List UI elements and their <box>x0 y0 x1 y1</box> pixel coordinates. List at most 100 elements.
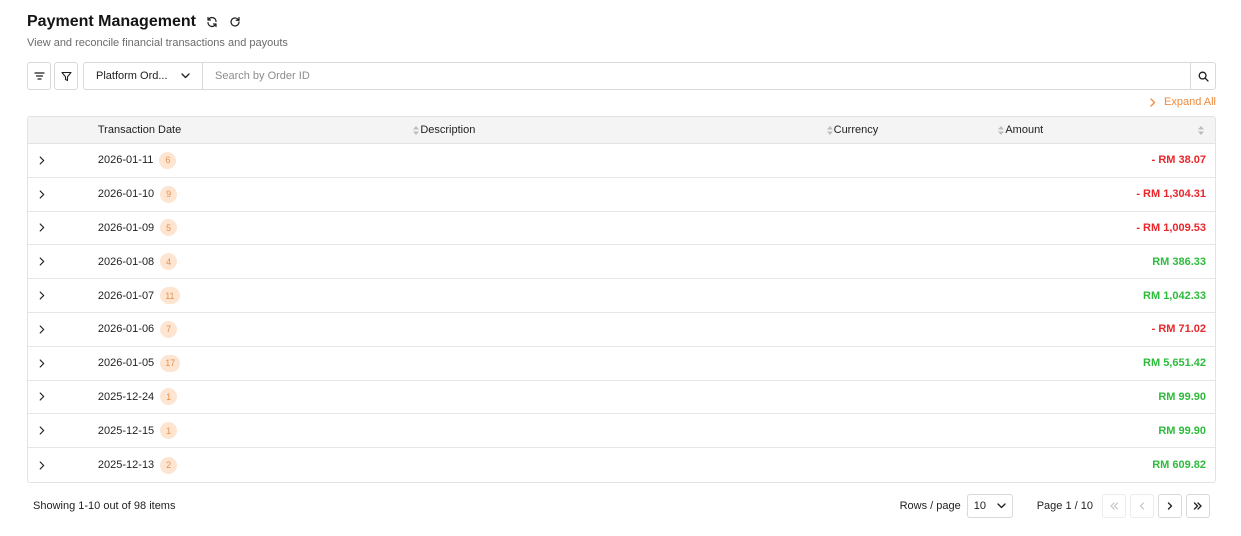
table-row[interactable]: 2026-01-06 7 - RM 71.02 <box>28 313 1215 347</box>
chevron-right-icon <box>39 426 45 435</box>
amount-cell: - RM 71.02 <box>1151 323 1207 336</box>
row-expand-toggle[interactable] <box>28 448 98 482</box>
row-expand-toggle[interactable] <box>28 313 98 346</box>
row-expand-toggle[interactable] <box>28 144 98 177</box>
table-row[interactable]: 2025-12-24 1 RM 99.90 <box>28 381 1215 415</box>
transaction-date: 2026-01-09 <box>97 221 155 234</box>
column-label: Currency <box>833 124 879 136</box>
title-row: Payment Management <box>27 12 288 32</box>
amount-cell: - RM 38.07 <box>1151 154 1207 167</box>
list-filter-icon <box>33 71 45 81</box>
table-row[interactable]: 2026-01-11 6 - RM 38.07 <box>28 144 1215 178</box>
expand-all-button[interactable]: Expand All <box>1150 96 1216 108</box>
page-header: Payment Management View and reconcile fi… <box>27 12 288 49</box>
chevron-left-icon <box>1139 502 1145 510</box>
description-cell <box>420 245 833 278</box>
showing-count: Showing 1-10 out of 98 items <box>33 500 176 512</box>
currency-cell <box>834 313 1006 346</box>
row-expand-toggle[interactable] <box>28 178 98 211</box>
amount-cell: RM 5,651.42 <box>1143 357 1207 370</box>
chevron-right-icon <box>39 223 45 233</box>
transaction-date-cell: 2026-01-05 17 <box>98 347 420 380</box>
transaction-count-badge: 1 <box>160 422 178 440</box>
chevron-right-icon <box>39 359 45 368</box>
table-row[interactable]: 2026-01-10 9 - RM 1,304.31 <box>28 178 1215 212</box>
rows-per-page-label: Rows / page <box>899 500 961 512</box>
currency-cell <box>834 144 1006 177</box>
row-expand-toggle[interactable] <box>28 212 98 245</box>
transaction-date: 2026-01-07 <box>97 289 155 302</box>
sort-icon[interactable] <box>997 125 1005 136</box>
transaction-date: 2026-01-06 <box>97 323 155 336</box>
chevron-down-icon <box>997 503 1006 509</box>
amount-cell: RM 386.33 <box>1152 255 1207 268</box>
transaction-date: 2025-12-24 <box>97 390 155 403</box>
currency-cell <box>834 347 1006 380</box>
last-page-button[interactable] <box>1186 494 1210 518</box>
transaction-count-badge: 7 <box>160 320 178 338</box>
amount-cell: RM 99.90 <box>1158 390 1207 403</box>
column-header-currency[interactable]: Currency <box>834 117 1006 143</box>
column-header-description[interactable]: Description <box>420 117 833 143</box>
transaction-date-cell: 2025-12-13 2 <box>98 448 420 482</box>
row-expand-toggle[interactable] <box>28 347 98 380</box>
table-row[interactable]: 2026-01-05 17 RM 5,651.42 <box>28 347 1215 381</box>
chevrons-right-icon <box>1193 502 1203 510</box>
chevron-right-icon <box>39 291 45 300</box>
table-row[interactable]: 2025-12-13 2 RM 609.82 <box>28 448 1215 482</box>
filter-type-select[interactable]: Platform Ord... <box>83 62 203 90</box>
column-label: Amount <box>1005 124 1044 136</box>
description-cell <box>420 212 833 245</box>
transaction-count-badge: 2 <box>160 456 178 474</box>
table-row[interactable]: 2026-01-08 4 RM 386.33 <box>28 245 1215 280</box>
page-subtitle: View and reconcile financial transaction… <box>27 37 288 49</box>
pagination-controls: Rows / page 10 Page 1 / 10 <box>900 494 1210 518</box>
chevron-right-icon <box>1167 502 1173 510</box>
transaction-date: 2026-01-08 <box>97 255 155 268</box>
amount-cell: - RM 1,304.31 <box>1136 188 1207 201</box>
filter-type-label: Platform Ord... <box>96 70 168 82</box>
row-expand-toggle[interactable] <box>28 414 98 447</box>
sort-icon[interactable] <box>412 125 420 136</box>
sort-filter-button[interactable] <box>27 62 51 90</box>
table-row[interactable]: 2026-01-09 5 - RM 1,009.53 <box>28 212 1215 246</box>
table-row[interactable]: 2025-12-15 1 RM 99.90 <box>28 414 1215 449</box>
row-expand-toggle[interactable] <box>28 381 98 414</box>
row-expand-toggle[interactable] <box>28 279 98 312</box>
rows-per-page-select[interactable]: 10 <box>966 494 1013 518</box>
funnel-icon <box>60 71 72 82</box>
table-row[interactable]: 2026-01-07 11 RM 1,042.33 <box>28 279 1215 313</box>
transaction-count-badge: 4 <box>160 253 178 271</box>
previous-page-button[interactable] <box>1130 494 1154 518</box>
chevron-right-icon <box>39 460 45 470</box>
row-expand-toggle[interactable] <box>28 245 98 278</box>
description-cell <box>420 178 833 211</box>
currency-cell <box>834 279 1006 312</box>
transaction-count-badge: 1 <box>160 388 178 406</box>
chevron-right-icon <box>39 190 45 199</box>
search-button[interactable] <box>1190 62 1216 90</box>
amount-cell: - RM 1,009.53 <box>1136 221 1207 234</box>
sort-icon[interactable] <box>826 125 834 136</box>
next-page-button[interactable] <box>1158 494 1182 518</box>
filter-button[interactable] <box>54 62 78 90</box>
toolbar: Platform Ord... <box>27 62 1216 90</box>
search-input[interactable] <box>203 62 1190 90</box>
chevron-right-icon <box>39 156 45 165</box>
sort-icon[interactable] <box>1197 125 1205 136</box>
first-page-button[interactable] <box>1102 494 1126 518</box>
column-header-transaction-date[interactable]: Transaction Date <box>98 117 420 143</box>
sync-icon[interactable] <box>203 13 221 31</box>
refresh-icon[interactable] <box>226 13 244 31</box>
transaction-date: 2026-01-05 <box>97 357 155 370</box>
amount-cell: RM 609.82 <box>1152 459 1207 472</box>
transaction-date: 2026-01-11 <box>97 154 154 167</box>
column-header-amount[interactable]: Amount <box>1005 117 1215 143</box>
table-header: Transaction Date Description Currency Am… <box>28 117 1215 144</box>
chevron-down-icon <box>181 73 190 79</box>
transactions-table: Transaction Date Description Currency Am… <box>27 116 1216 483</box>
amount-cell: RM 99.90 <box>1158 424 1207 437</box>
currency-cell <box>834 448 1006 482</box>
transaction-date-cell: 2026-01-09 5 <box>98 212 420 245</box>
chevron-right-icon <box>39 257 45 266</box>
